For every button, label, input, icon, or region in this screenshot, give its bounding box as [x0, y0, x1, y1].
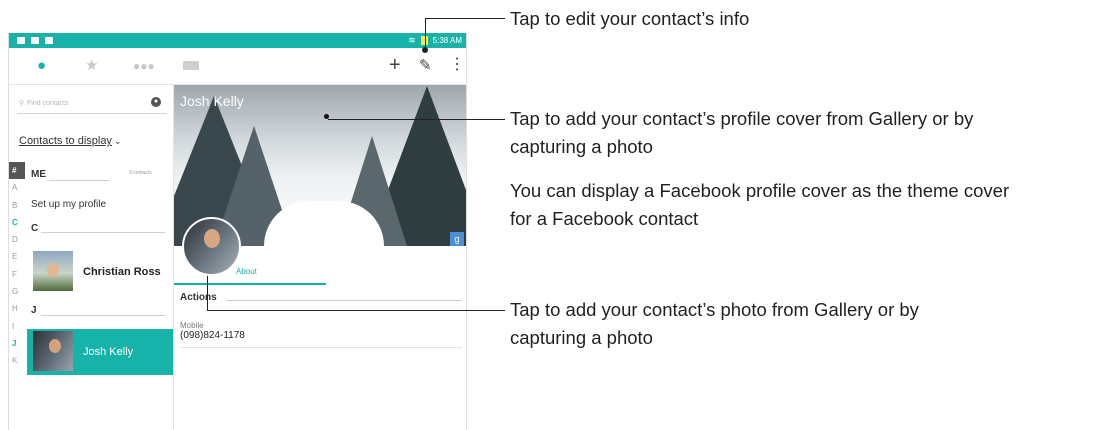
index-letter[interactable]: I [9, 318, 25, 335]
index-letter[interactable]: F [9, 266, 25, 283]
avatar [33, 331, 73, 371]
mobile-label: Mobile [180, 321, 204, 330]
tab-about-label: About [236, 267, 257, 276]
divider [41, 232, 165, 233]
star-icon[interactable]: ★ [85, 58, 98, 73]
callout-edit-info: Tap to edit your contact’s info [510, 8, 750, 29]
index-letter[interactable]: J [9, 335, 25, 352]
more-options-icon[interactable]: ⋮ [449, 57, 465, 73]
index-letter[interactable]: A [9, 179, 25, 196]
person-icon[interactable]: ● [37, 58, 46, 73]
avatar [33, 251, 73, 291]
contact-row-josh-kelly[interactable]: Josh Kelly [27, 329, 173, 375]
group-icon[interactable]: ●●● [133, 60, 155, 72]
callout-line [425, 18, 505, 19]
contact-list-panel: ⚲ Find contacts ● Contacts to display ⌄ #… [9, 85, 173, 430]
callout-photo-line2: capturing a photo [510, 327, 653, 348]
contact-row-christian-ross[interactable]: Christian Ross [27, 249, 173, 295]
contacts-to-display-label: Contacts to display [19, 135, 112, 147]
me-contact-count: 3 contacts [129, 170, 152, 176]
add-contact-icon[interactable]: + [389, 55, 401, 75]
index-letter[interactable]: B [9, 197, 25, 214]
search-icon: ⚲ [19, 100, 25, 107]
tablet-screenshot: ≋ 5:38 AM ● ★ ●●● + ✎ ⋮ ⚲ Find contacts … [8, 33, 467, 430]
index-letter[interactable]: H [9, 300, 25, 317]
contacts-toolbar: ● ★ ●●● + ✎ ⋮ [9, 48, 466, 85]
callout-photo-line1: Tap to add your contact’s photo from Gal… [510, 299, 919, 320]
divider [226, 300, 462, 301]
index-letter[interactable]: E [9, 248, 25, 265]
index-letter[interactable]: # [9, 162, 25, 180]
callout-facebook-line2: for a Facebook contact [510, 208, 699, 229]
setup-profile-item[interactable]: Set up my profile [31, 199, 106, 210]
section-header-j: J [31, 305, 37, 316]
index-letter[interactable]: G [9, 283, 25, 300]
callout-line [207, 310, 505, 311]
callout-facebook-line1: You can display a Facebook profile cover… [510, 180, 1010, 201]
clear-search-icon[interactable]: ● [151, 97, 161, 107]
section-header-c: C [31, 223, 39, 234]
notification-icon [17, 37, 25, 44]
alphabet-index[interactable]: # A B C D E F G H I J K [9, 162, 25, 430]
search-placeholder: Find contacts [27, 100, 69, 107]
keypad-icon[interactable] [183, 61, 199, 70]
google-badge-icon: g [450, 232, 464, 246]
contacts-to-display-dropdown[interactable]: Contacts to display ⌄ [19, 135, 121, 147]
status-bar: ≋ 5:38 AM [9, 33, 466, 48]
callout-line [328, 119, 505, 120]
chevron-down-icon: ⌄ [113, 136, 122, 146]
contact-name: Josh Kelly [83, 346, 134, 358]
wifi-icon: ≋ [408, 35, 416, 45]
callout-cover-line1: Tap to add your contact’s profile cover … [510, 108, 974, 129]
mobile-number[interactable]: (098)824-1178 [180, 330, 245, 341]
index-letter[interactable]: D [9, 231, 25, 248]
contact-name: Christian Ross [83, 266, 161, 278]
section-header-me: ME [31, 169, 46, 180]
contact-photo[interactable] [182, 217, 241, 276]
index-letter[interactable]: K [9, 352, 25, 369]
actions-header: Actions [180, 292, 217, 303]
divider [41, 315, 165, 316]
contact-detail-panel: Josh Kelly g About Actions Mobile (098)8… [173, 85, 466, 430]
callout-line [425, 18, 426, 50]
image-icon [45, 37, 53, 44]
callout-cover-line2: capturing a photo [510, 136, 653, 157]
upload-icon [31, 37, 39, 44]
search-input[interactable]: ⚲ Find contacts ● [17, 93, 167, 114]
index-letter[interactable]: C [9, 214, 25, 231]
edit-pencil-icon[interactable]: ✎ [419, 58, 432, 73]
status-time: 5:38 AM [432, 36, 462, 45]
divider [180, 347, 462, 348]
callout-dot [422, 47, 428, 53]
cover-contact-name: Josh Kelly [180, 93, 244, 109]
divider [49, 180, 109, 181]
